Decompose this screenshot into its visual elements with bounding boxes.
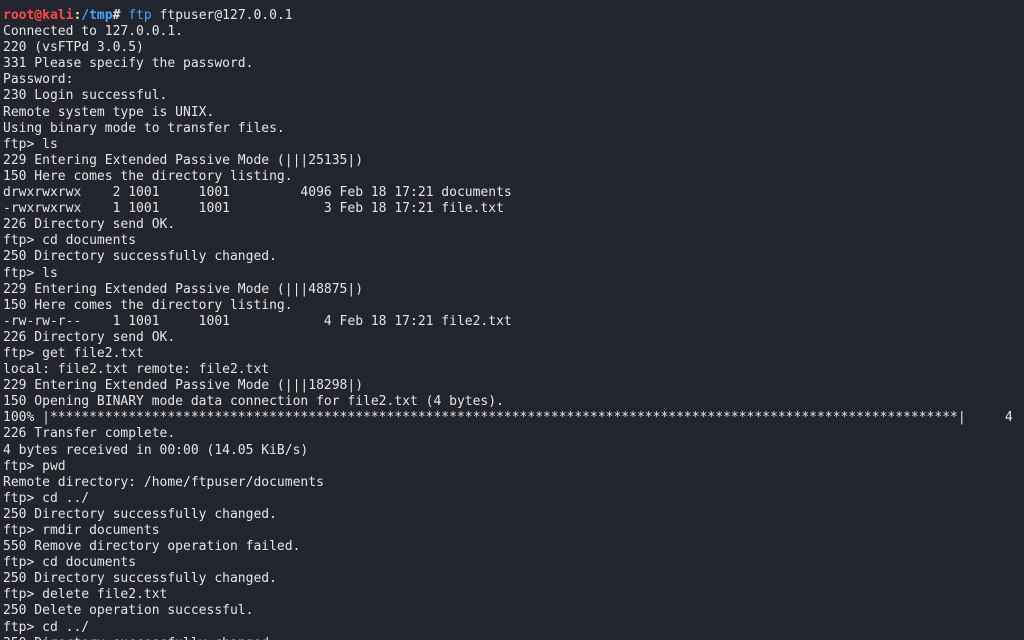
shell-prompt-line: root@kali:/tmp# ftp ftpuser@127.0.0.1 [0,8,1024,24]
terminal-line: 229 Entering Extended Passive Mode (|||1… [3,378,364,394]
terminal-line: ftp> cd ../ [3,619,90,635]
terminal-line: 220 (vsFTPd 3.0.5) [3,40,144,56]
terminal-line: ftp> cd documents [3,233,137,249]
terminal-line: 150 Here comes the directory listing. [3,297,293,313]
terminal-line: 250 Delete operation successful. [3,603,254,619]
prompt-path: /tmp [81,8,113,23]
terminal-line: Remote directory: /home/ftpuser/document… [3,474,324,490]
terminal-line: 331 Please specify the password. [3,56,254,72]
terminal-line: -rw-rw-r-- 1 1001 1001 4 Feb 18 17:21 fi… [3,313,512,329]
terminal-line: 229 Entering Extended Passive Mode (|||4… [3,281,364,297]
terminal-line: 150 Here comes the directory listing. [3,168,293,184]
terminal-line: 229 Entering Extended Passive Mode (|||2… [3,152,364,168]
terminal-line: 550 Remove directory operation failed. [3,539,301,555]
terminal-line: ftp> ls [3,265,58,281]
terminal-line: 4 bytes received in 00:00 (14.05 KiB/s) [3,442,309,458]
terminal-line: 250 Directory successfully changed. [0,636,1024,640]
command-name: ftp [128,8,152,23]
terminal-line: 250 Directory successfully changed. [3,571,277,587]
terminal-line: 226 Transfer complete. [3,426,176,442]
terminal-line: Password: [3,72,74,88]
terminal-line: ftp> delete file2.txt [3,587,168,603]
terminal-line: 230 Login successful. [3,88,168,104]
command-args: ftpuser@127.0.0.1 [159,8,293,23]
terminal-line: ftp> ls [3,136,58,152]
terminal-line: 100% |**********************************… [3,410,1013,426]
terminal-line: ftp> rmdir documents [3,523,160,538]
terminal-line: 250 Directory successfully changed. [3,506,277,522]
terminal-line: -rwxrwxrwx 1 1001 1001 3 Feb 18 17:21 fi… [3,201,504,217]
terminal-window[interactable]: root@kali:/tmp# ftp ftpuser@127.0.0.1 Co… [0,0,1024,640]
terminal-line: local: file2.txt remote: file2.txt [3,362,270,378]
terminal-line: 226 Directory send OK. [3,329,176,345]
terminal-line: ftp> cd ../ [3,490,90,506]
terminal-line: ftp> get file2.txt [3,345,144,361]
terminal-line: ftp> pwd [3,458,66,474]
terminal-line: 226 Directory send OK. [3,217,176,233]
terminal-line: 250 Directory successfully changed. [3,249,277,265]
prompt-user: root@kali [3,8,74,23]
terminal-output: Connected to 127.0.0.1. 220 (vsFTPd 3.0.5… [0,24,1024,640]
terminal-line: 150 Opening BINARY mode data connection … [3,394,504,410]
terminal-line: ftp> cd documents [3,555,137,571]
terminal-line: Using binary mode to transfer files. [3,120,285,136]
prompt-symbol: # [112,8,121,23]
terminal-line: Remote system type is UNIX. [3,104,215,120]
terminal-line: drwxrwxrwx 2 1001 1001 4096 Feb 18 17:21… [3,185,512,201]
terminal-line: Connected to 127.0.0.1. [3,24,184,40]
